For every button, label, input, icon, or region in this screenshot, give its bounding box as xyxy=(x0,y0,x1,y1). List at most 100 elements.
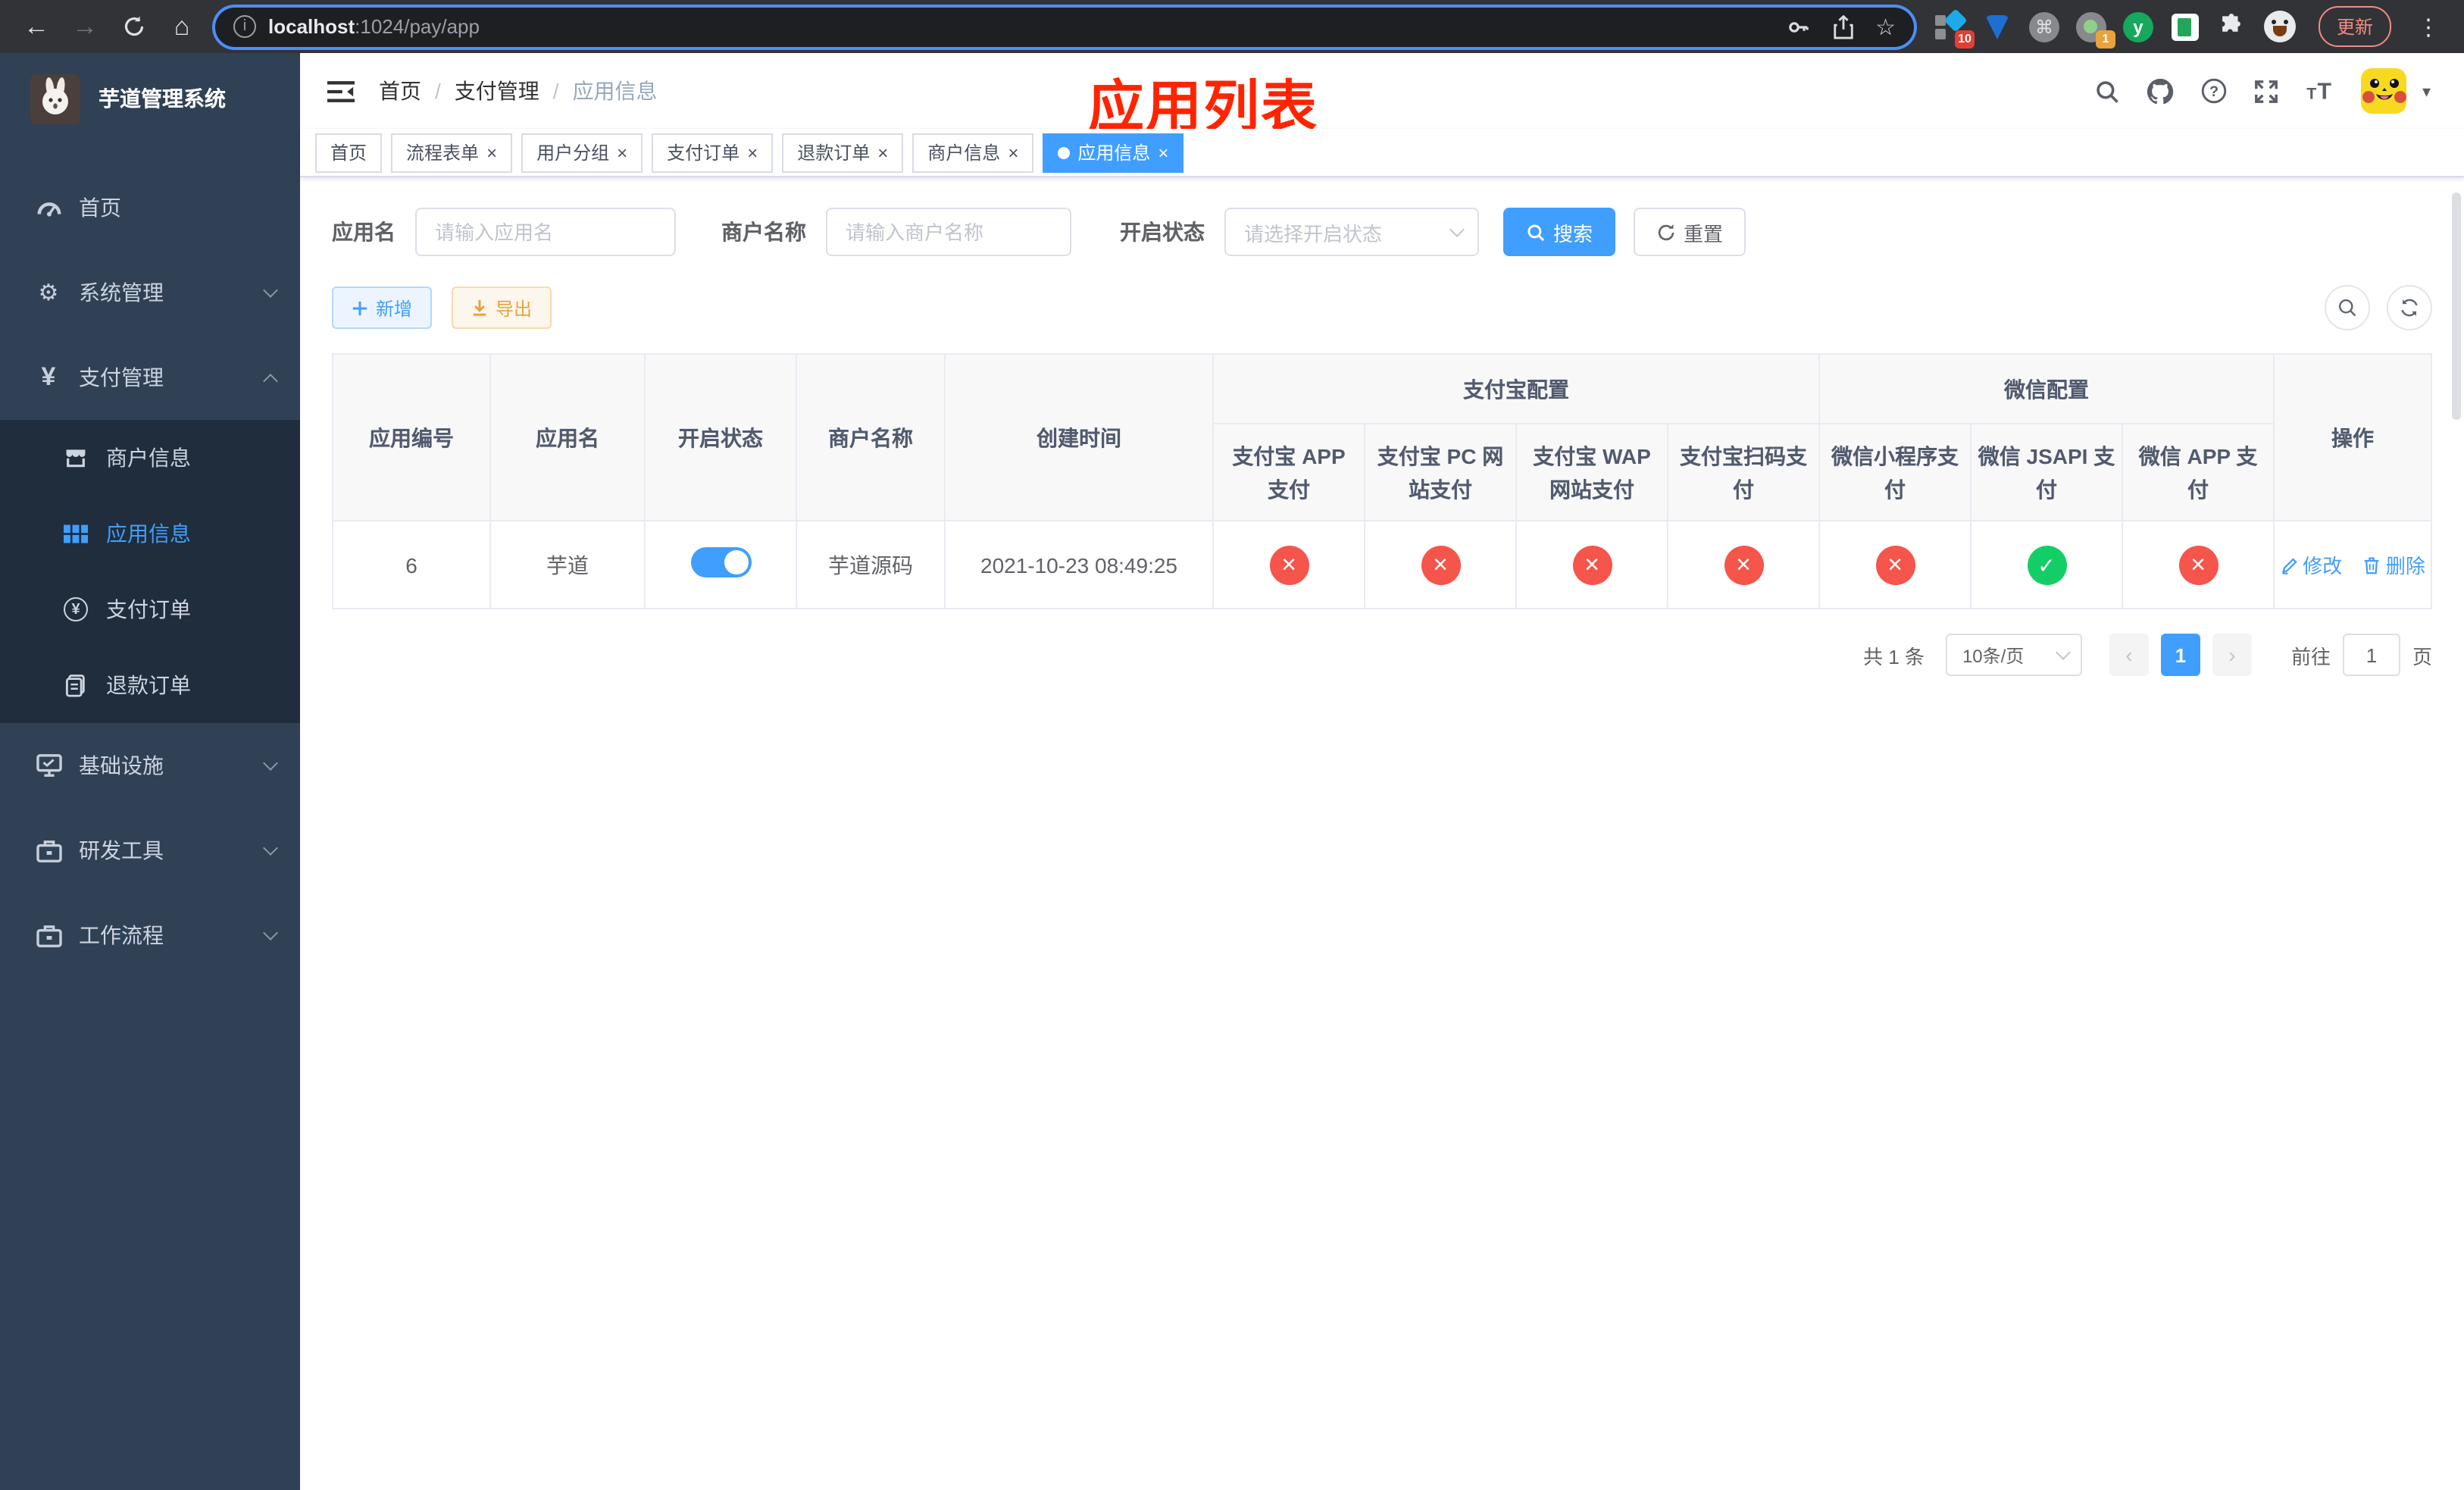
browser-menu-icon[interactable]: ⋮ xyxy=(2408,13,2446,40)
tab-item[interactable]: 流程表单 × xyxy=(391,133,513,172)
scrollbar-thumb[interactable] xyxy=(2452,193,2461,420)
alipay-wap-status-icon xyxy=(1572,545,1612,584)
sidebar-menu: 首页 ⚙ 系统管理 ¥ 支付管理 商户信息 应用信息 ¥ 支付订单 退款订单 基… xyxy=(0,165,300,978)
tab-item[interactable]: 商户信息 × xyxy=(912,133,1034,172)
reset-button[interactable]: 重置 xyxy=(1634,208,1746,256)
cell-operations: 修改 删除 xyxy=(2273,520,2432,609)
browser-reload-icon[interactable] xyxy=(112,5,155,48)
tab-item[interactable]: 用户分组 × xyxy=(521,133,643,172)
password-key-icon[interactable] xyxy=(1786,14,1810,39)
header-actions: ? TT ▾ xyxy=(2095,68,2431,114)
avatar-caret-icon[interactable]: ▾ xyxy=(2422,81,2431,101)
status-select[interactable]: 请选择开启状态 xyxy=(1224,208,1479,256)
pagination: 共 1 条 10条/页 ‹ 1 › 前往 页 xyxy=(332,634,2432,676)
ext-balloon-icon[interactable] xyxy=(1982,11,2012,42)
browser-update-button[interactable]: 更新 xyxy=(2318,6,2391,47)
next-page-button[interactable]: › xyxy=(2212,634,2252,676)
edit-link[interactable]: 修改 xyxy=(2280,550,2342,579)
browser-home-icon[interactable]: ⌂ xyxy=(161,5,203,48)
sidebar-item-app-info[interactable]: 应用信息 xyxy=(0,496,300,571)
ext-notes-icon[interactable] xyxy=(2170,11,2200,42)
app-name-input[interactable] xyxy=(415,208,676,256)
export-button[interactable]: 导出 xyxy=(452,286,552,329)
alipay-app-status-icon xyxy=(1269,545,1309,584)
help-icon[interactable]: ? xyxy=(2201,77,2228,105)
github-icon[interactable] xyxy=(2147,77,2175,105)
tab-item-active[interactable]: 应用信息 × xyxy=(1043,133,1184,172)
ext-badge-10: 10 xyxy=(1954,30,1975,48)
search-icon[interactable] xyxy=(2095,78,2121,104)
sidebar-item-payment-orders[interactable]: ¥ 支付订单 xyxy=(0,571,300,647)
sidebar-item-workflow[interactable]: 工作流程 xyxy=(0,893,300,978)
url-host: localhost xyxy=(268,15,355,38)
sidebar-item-infrastructure[interactable]: 基础设施 xyxy=(0,723,300,808)
col-alipay-app: 支付宝 APP 支付 xyxy=(1212,423,1365,521)
close-icon[interactable]: × xyxy=(1008,143,1018,161)
extensions-puzzle-icon[interactable] xyxy=(2217,11,2247,42)
page-size-select[interactable]: 10条/页 xyxy=(1945,634,2082,676)
close-icon[interactable]: × xyxy=(747,143,758,161)
bookmark-star-icon[interactable]: ☆ xyxy=(1875,13,1896,40)
search-button[interactable]: 搜索 xyxy=(1503,208,1616,256)
browser-toolbar: ← → ⌂ i localhost:1024/pay/app ☆ 10 ⌘ 1 … xyxy=(0,0,2464,53)
goto-page-input[interactable] xyxy=(2342,634,2400,676)
breadcrumb-home[interactable]: 首页 xyxy=(379,76,421,106)
sidebar-item-dev-tools[interactable]: 研发工具 xyxy=(0,808,300,893)
sidebar-item-home[interactable]: 首页 xyxy=(0,165,300,250)
fullscreen-icon[interactable] xyxy=(2254,78,2280,104)
share-icon[interactable] xyxy=(1831,14,1854,39)
logo-avatar xyxy=(30,74,80,124)
sidebar-item-label: 支付管理 xyxy=(79,365,164,390)
close-icon[interactable]: × xyxy=(617,143,627,161)
address-bar[interactable]: i localhost:1024/pay/app ☆ xyxy=(215,7,1914,46)
browser-forward-icon[interactable]: → xyxy=(64,5,106,48)
site-info-icon[interactable]: i xyxy=(233,15,256,38)
table-row: 6 芋道 芋道源码 2021-10-23 08:49:25 × × × × × … xyxy=(332,520,2432,609)
prev-page-button[interactable]: ‹ xyxy=(2109,634,2149,676)
col-app-id: 应用编号 xyxy=(332,353,491,521)
tab-item[interactable]: 支付订单 × xyxy=(652,133,774,172)
ext-yuque-icon[interactable]: y xyxy=(2122,11,2153,42)
browser-profile-avatar[interactable] xyxy=(2263,11,2296,42)
app-logo[interactable]: 芋道管理系统 xyxy=(0,53,300,144)
sidebar-item-refund-orders[interactable]: 退款订单 xyxy=(0,647,300,723)
breadcrumb-payment[interactable]: 支付管理 xyxy=(455,76,539,106)
page-content: 应用名 商户名称 开启状态 请选择开启状态 搜索 重置 xyxy=(300,177,2464,1490)
briefcase-icon xyxy=(33,924,64,947)
sidebar-item-label: 商户信息 xyxy=(106,446,191,470)
sidebar-item-system[interactable]: ⚙ 系统管理 xyxy=(0,250,300,335)
hide-search-button[interactable] xyxy=(2325,285,2370,330)
close-icon[interactable]: × xyxy=(877,143,888,161)
merchant-name-label: 商户名称 xyxy=(721,220,806,244)
url-text[interactable]: localhost:1024/pay/app xyxy=(268,15,1774,38)
sidebar-item-merchant-info[interactable]: 商户信息 xyxy=(0,420,300,496)
chevron-down-icon xyxy=(263,840,278,855)
sidebar-toggle-icon[interactable] xyxy=(327,80,355,102)
ext-devtools-icon[interactable]: 10 xyxy=(1934,8,1975,48)
add-button[interactable]: 新增 xyxy=(332,286,433,329)
tab-item[interactable]: 退款订单 × xyxy=(782,133,904,172)
browser-back-icon[interactable]: ← xyxy=(15,5,58,48)
col-alipay-pc: 支付宝 PC 网站支付 xyxy=(1364,423,1517,521)
wechat-jsapi-status-icon xyxy=(2027,545,2066,584)
ext-badge-1: 1 xyxy=(2095,30,2115,48)
refresh-button[interactable] xyxy=(2387,285,2432,330)
merchant-name-input[interactable] xyxy=(826,208,1071,256)
ext-command-icon[interactable]: ⌘ xyxy=(2028,11,2059,42)
font-size-icon[interactable]: TT xyxy=(2306,79,2336,103)
close-icon[interactable]: × xyxy=(486,143,497,161)
svg-text:T: T xyxy=(2318,80,2332,103)
page-number-1[interactable]: 1 xyxy=(2160,634,2200,676)
yen-icon: ¥ xyxy=(41,362,56,391)
sidebar-item-label: 首页 xyxy=(79,196,121,220)
sidebar-item-payment[interactable]: ¥ 支付管理 xyxy=(0,335,300,420)
status-toggle[interactable] xyxy=(690,547,751,578)
tab-item[interactable]: 首页 xyxy=(315,133,383,172)
app-title: 芋道管理系统 xyxy=(98,86,226,111)
close-icon[interactable]: × xyxy=(1158,143,1168,161)
grid-icon xyxy=(61,524,91,543)
goto-label: 前往 xyxy=(2290,645,2331,668)
user-avatar[interactable] xyxy=(2361,68,2407,114)
ext-recorder-icon[interactable]: 1 xyxy=(2075,11,2115,48)
delete-link[interactable]: 删除 xyxy=(2363,550,2425,579)
